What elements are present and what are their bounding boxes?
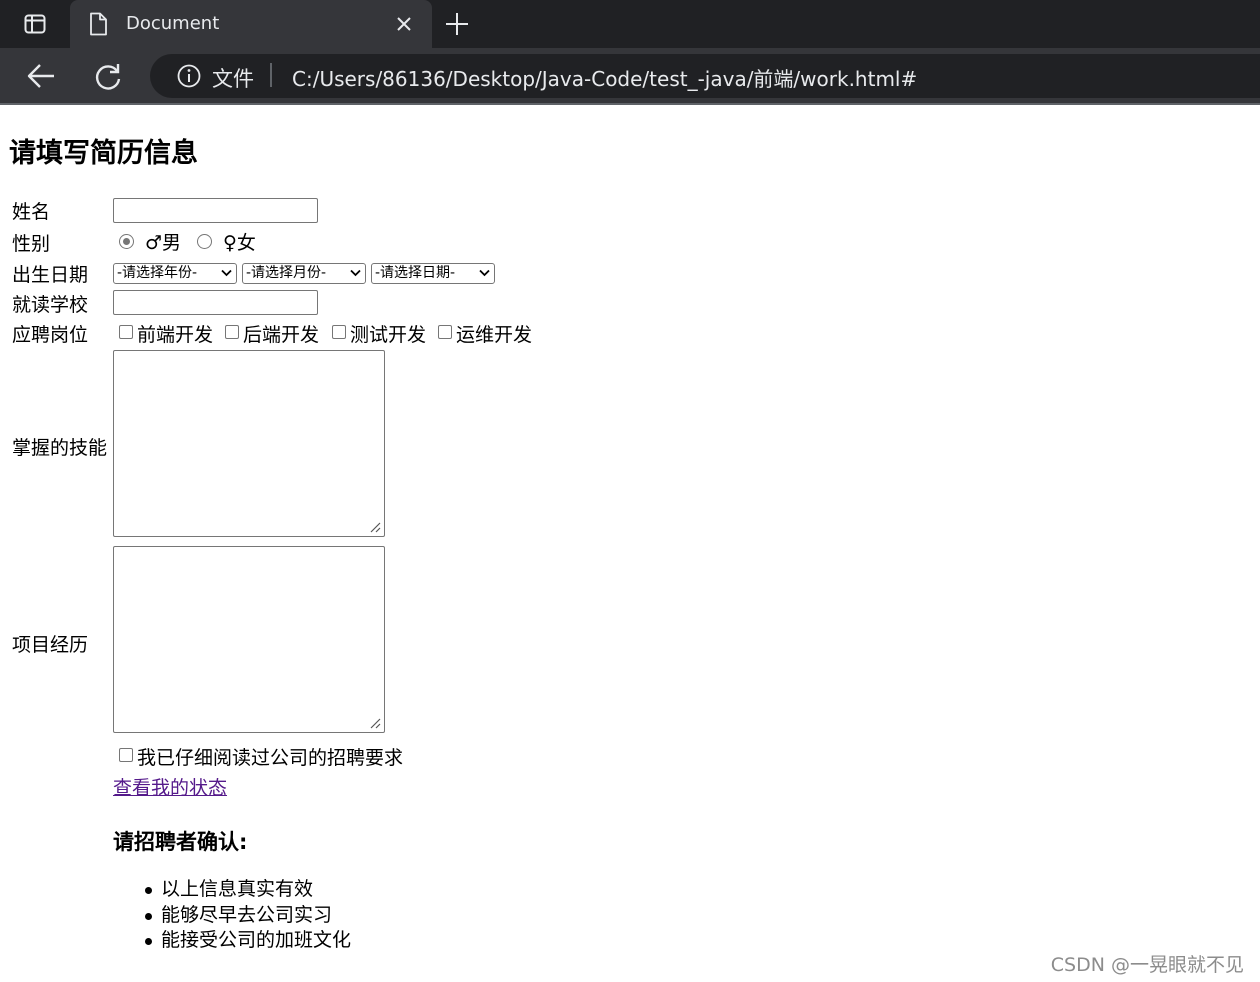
page-content: 请填写简历信息 姓名 性别 ♂男 ♀女 出生日期 -请选择年份- -请选择月份-… [0,107,1260,982]
page-title: 请填写简历信息 [9,138,198,169]
birth-year-value: -请选择年份- [117,265,198,281]
position-testing-label: 测试开发 [350,324,427,346]
chevron-down-icon [350,269,361,277]
address-scheme-label: 文件 [212,67,254,91]
birth-date-label: 出生日期 [12,264,89,286]
address-bar[interactable]: 文件 C:/Users/86136/Desktop/Java-Code/test… [150,54,1260,98]
back-arrow-icon[interactable] [26,62,56,90]
gender-male-label: 男 [162,232,182,254]
agree-checkbox[interactable] [119,748,133,762]
tab-document[interactable]: Document [70,0,432,48]
birth-month-value: -请选择月份- [246,265,327,281]
birth-month-select[interactable]: -请选择月份- [242,263,366,284]
reload-icon[interactable] [93,62,123,92]
gender-male-option: ♂男 [145,228,181,255]
chevron-down-icon [221,269,232,277]
position-backend-label: 后端开发 [243,324,320,346]
position-testing-checkbox[interactable] [332,325,346,339]
new-tab-icon[interactable] [444,11,470,37]
birth-day-value: -请选择日期- [375,265,456,281]
female-symbol-icon: ♀ [223,232,237,254]
birth-day-select[interactable]: -请选择日期- [371,263,495,284]
gender-female-label: 女 [236,232,256,254]
birth-year-select[interactable]: -请选择年份- [113,263,237,284]
gender-female-option: ♀女 [223,228,256,255]
tab-actions-button[interactable] [0,0,70,48]
list-item: 能接受公司的加班文化 [144,928,351,954]
position-backend-checkbox[interactable] [225,325,239,339]
gender-male-radio[interactable] [119,234,134,249]
position-ops-checkbox[interactable] [438,325,452,339]
page-icon [90,12,107,36]
watermark: CSDN @一晃眼就不见 [1050,954,1244,976]
resize-grip-icon[interactable] [369,717,381,729]
chevron-down-icon [479,269,490,277]
school-label: 就读学校 [12,294,89,316]
position-label: 应聘岗位 [12,324,89,346]
tab-strip: Document [0,0,1260,48]
close-icon[interactable] [394,14,414,34]
skills-label: 掌握的技能 [12,437,108,459]
male-symbol-icon: ♂ [145,232,163,254]
info-icon[interactable] [177,64,201,88]
tab-actions-icon [24,14,46,34]
position-ops-label: 运维开发 [456,324,533,346]
agree-label: 我已仔细阅读过公司的招聘要求 [137,747,404,769]
list-item: 以上信息真实有效 [144,877,351,903]
school-input[interactable] [113,290,318,315]
resize-grip-icon[interactable] [369,521,381,533]
gender-label: 性别 [12,233,51,255]
tab-title: Document [126,13,220,34]
list-item: 能够尽早去公司实习 [144,903,351,929]
skills-textarea[interactable] [113,350,385,537]
project-textarea[interactable] [113,546,385,733]
check-status-link[interactable]: 查看我的状态 [113,773,227,800]
address-url[interactable]: C:/Users/86136/Desktop/Java-Code/test_-j… [292,63,917,92]
project-label: 项目经历 [12,634,89,656]
name-input[interactable] [113,198,318,223]
position-frontend-checkbox[interactable] [119,325,133,339]
browser-toolbar: 文件 C:/Users/86136/Desktop/Java-Code/test… [0,48,1260,105]
name-label: 姓名 [12,201,51,223]
address-divider [270,63,272,87]
confirm-heading: 请招聘者确认: [113,830,248,854]
gender-female-radio[interactable] [197,234,212,249]
confirm-list: 以上信息真实有效 能够尽早去公司实习 能接受公司的加班文化 [144,877,351,954]
position-frontend-label: 前端开发 [137,324,214,346]
